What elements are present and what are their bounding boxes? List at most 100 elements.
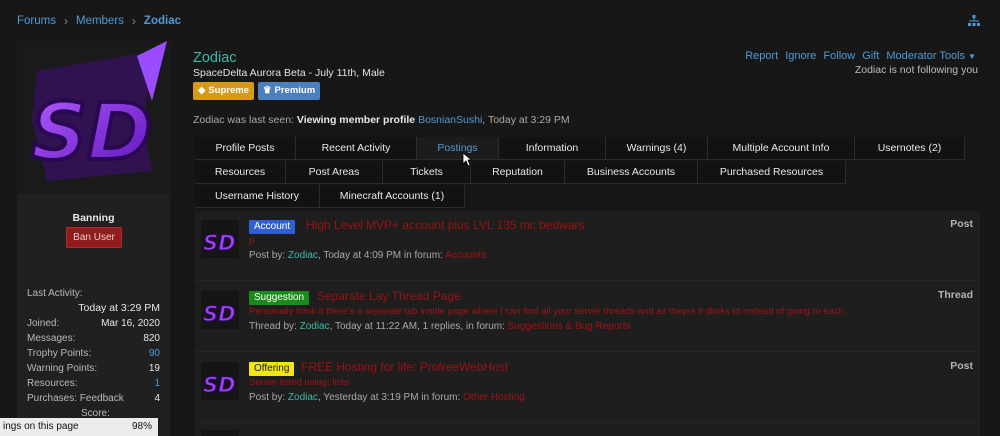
last-activity-value: Today at 3:29 PM <box>78 302 160 314</box>
last-seen: Zodiac was last seen: Viewing member pro… <box>193 114 570 126</box>
result-forum-link[interactable]: Suggestions & Bug Reports <box>508 321 631 332</box>
breadcrumb-separator-icon: › <box>63 14 68 28</box>
banning-label: Banning <box>72 212 115 224</box>
ban-user-button[interactable]: Ban User <box>66 227 122 248</box>
tab-business-accounts[interactable]: Business Accounts <box>565 161 698 184</box>
stat-label: Messages: <box>27 333 76 344</box>
chevron-down-icon: ▼ <box>968 52 976 61</box>
stat-row: Warning Points: 19 <box>27 363 160 374</box>
result-meta-time: , Yesterday at 3:19 PM in forum: <box>317 392 461 403</box>
last-seen-label: Zodiac was last seen: <box>193 114 294 126</box>
stat-row: Joined: Mar 16, 2020 <box>27 318 160 329</box>
tab-minecraft-accounts[interactable]: Minecraft Accounts (1) <box>320 185 465 208</box>
result-type: Post <box>950 218 973 230</box>
result-meta: Post by: Zodiac, Yesterday at 3:19 PM in… <box>249 392 525 403</box>
last-activity-label: Last Activity: <box>27 288 83 299</box>
profile-actions: Report Ignore Follow Gift Moderator Tool… <box>745 50 976 62</box>
result-snippet: p <box>249 235 255 246</box>
breadcrumb-separator-icon: › <box>131 14 136 28</box>
avatar-logo-text: SD <box>203 373 236 397</box>
tab-profile-posts[interactable]: Profile Posts <box>195 137 296 160</box>
toast-value: 98% <box>131 421 152 432</box>
toast-text: ings on this page <box>3 421 79 432</box>
result-title-link[interactable]: Separate Lay Thread Page <box>317 289 461 303</box>
stat-value: 19 <box>148 363 160 374</box>
tab-multiple-account-info[interactable]: Multiple Account Info <box>708 137 855 160</box>
last-seen-time: , Today at 3:29 PM <box>482 114 570 126</box>
prefix-badge: Offering <box>249 362 295 376</box>
moderator-tools-menu[interactable]: Moderator Tools ▼ <box>886 50 976 62</box>
tab-post-areas[interactable]: Post Areas <box>286 161 383 184</box>
result-meta-prefix: Thread by: <box>249 321 297 332</box>
result-author-link[interactable]: Zodiac <box>288 392 318 403</box>
list-item: SD Offering FREE Hosting for life: Profr… <box>195 353 980 423</box>
follow-link[interactable]: Follow <box>823 50 855 62</box>
ignore-link[interactable]: Ignore <box>785 50 816 62</box>
result-meta-prefix: Post by: <box>249 250 286 261</box>
avatar[interactable] <box>201 430 239 436</box>
result-type: Thread <box>937 289 973 301</box>
tab-usernotes[interactable]: Usernotes (2) <box>855 137 965 160</box>
tab-tickets[interactable]: Tickets <box>383 161 471 184</box>
badge-supreme: ◆ Supreme <box>193 82 254 100</box>
list-item: SD Account High Level MVP+ account plus … <box>195 211 980 281</box>
stat-label: Trophy Points: <box>27 348 92 359</box>
result-meta: Post by: Zodiac, Today at 4:09 PM in for… <box>249 250 486 261</box>
gift-link[interactable]: Gift <box>862 50 879 62</box>
result-author-link[interactable]: Zodiac <box>300 321 330 332</box>
mouse-cursor-icon <box>462 152 472 167</box>
avatar[interactable]: SD <box>201 220 239 258</box>
profile-username[interactable]: Zodiac <box>193 50 237 66</box>
list-item: SD Suggestion Separate Lay Thread Page P… <box>195 282 980 352</box>
resources-link[interactable]: 1 <box>154 378 160 389</box>
result-title-link[interactable]: FREE Hosting for life: ProfreeWebHost <box>301 360 508 374</box>
prefix-badge: Suggestion <box>249 291 310 305</box>
breadcrumb-forums[interactable]: Forums <box>17 15 56 27</box>
result-meta: Thread by: Zodiac, Today at 11:22 AM, 1 … <box>249 321 631 332</box>
result-forum-link[interactable]: Accounts <box>445 250 486 261</box>
breadcrumb-current[interactable]: Zodiac <box>144 15 181 27</box>
stat-label: Warning Points: <box>27 363 98 374</box>
stat-label: Resources: <box>27 378 78 389</box>
tab-postings[interactable]: Postings <box>417 137 499 160</box>
tab-reputation[interactable]: Reputation <box>471 161 565 184</box>
avatar[interactable]: SD <box>17 41 170 194</box>
result-type: Post <box>950 360 973 372</box>
badge-premium-label: Premium <box>274 85 316 96</box>
badge-supreme-label: Supreme <box>208 85 249 96</box>
avatar-logo-text: SD <box>203 231 236 255</box>
tab-warnings[interactable]: Warnings (4) <box>606 137 708 160</box>
result-author-link[interactable]: Zodiac <box>288 250 318 261</box>
last-seen-target-link[interactable]: BosnianSushi <box>418 114 482 126</box>
zoom-toast: ings on this page 98% <box>0 418 158 436</box>
trophy-points-link[interactable]: 90 <box>149 348 160 359</box>
badge-premium: ♛ Premium <box>257 82 321 100</box>
profile-meta: SpaceDelta Aurora Beta - July 11th, Male <box>193 67 385 79</box>
prefix-badge: Account <box>249 220 296 234</box>
result-forum-link[interactable]: Other Hosting <box>463 392 525 403</box>
stat-label: Joined: <box>27 318 60 329</box>
follow-status: Zodiac is not following you <box>854 64 978 76</box>
result-meta-prefix: Post by: <box>249 392 286 403</box>
profile-sidebar: SD Banning Ban User Last Activity: Today… <box>17 41 170 436</box>
tab-resources[interactable]: Resources <box>195 161 286 184</box>
result-snippet: Personally think it there's a separate t… <box>249 306 844 317</box>
avatar[interactable]: SD <box>201 362 239 400</box>
report-link[interactable]: Report <box>745 50 778 62</box>
list-item <box>195 424 980 436</box>
moderator-tools-label: Moderator Tools <box>886 50 966 62</box>
tab-information[interactable]: Information <box>499 137 606 160</box>
avatar[interactable]: SD <box>201 291 239 329</box>
sitemap-icon[interactable] <box>968 15 980 27</box>
result-meta-time: , Today at 11:22 AM, 1 replies, in forum… <box>329 321 505 332</box>
tab-purchased-resources[interactable]: Purchased Resources <box>698 161 846 184</box>
stat-value: Mar 16, 2020 <box>101 318 160 329</box>
tab-recent-activity[interactable]: Recent Activity <box>296 137 417 160</box>
result-title-link[interactable]: High Level MVP+ account plus LVL 135 mc … <box>306 218 584 232</box>
result-meta-time: , Today at 4:09 PM in forum: <box>317 250 443 261</box>
stat-row: Purchases: Feedback 4 <box>27 393 160 404</box>
breadcrumb-members[interactable]: Members <box>76 15 124 27</box>
stat-value: 820 <box>143 333 160 344</box>
tab-username-history[interactable]: Username History <box>195 185 320 208</box>
diamond-icon: ◆ <box>198 85 206 96</box>
